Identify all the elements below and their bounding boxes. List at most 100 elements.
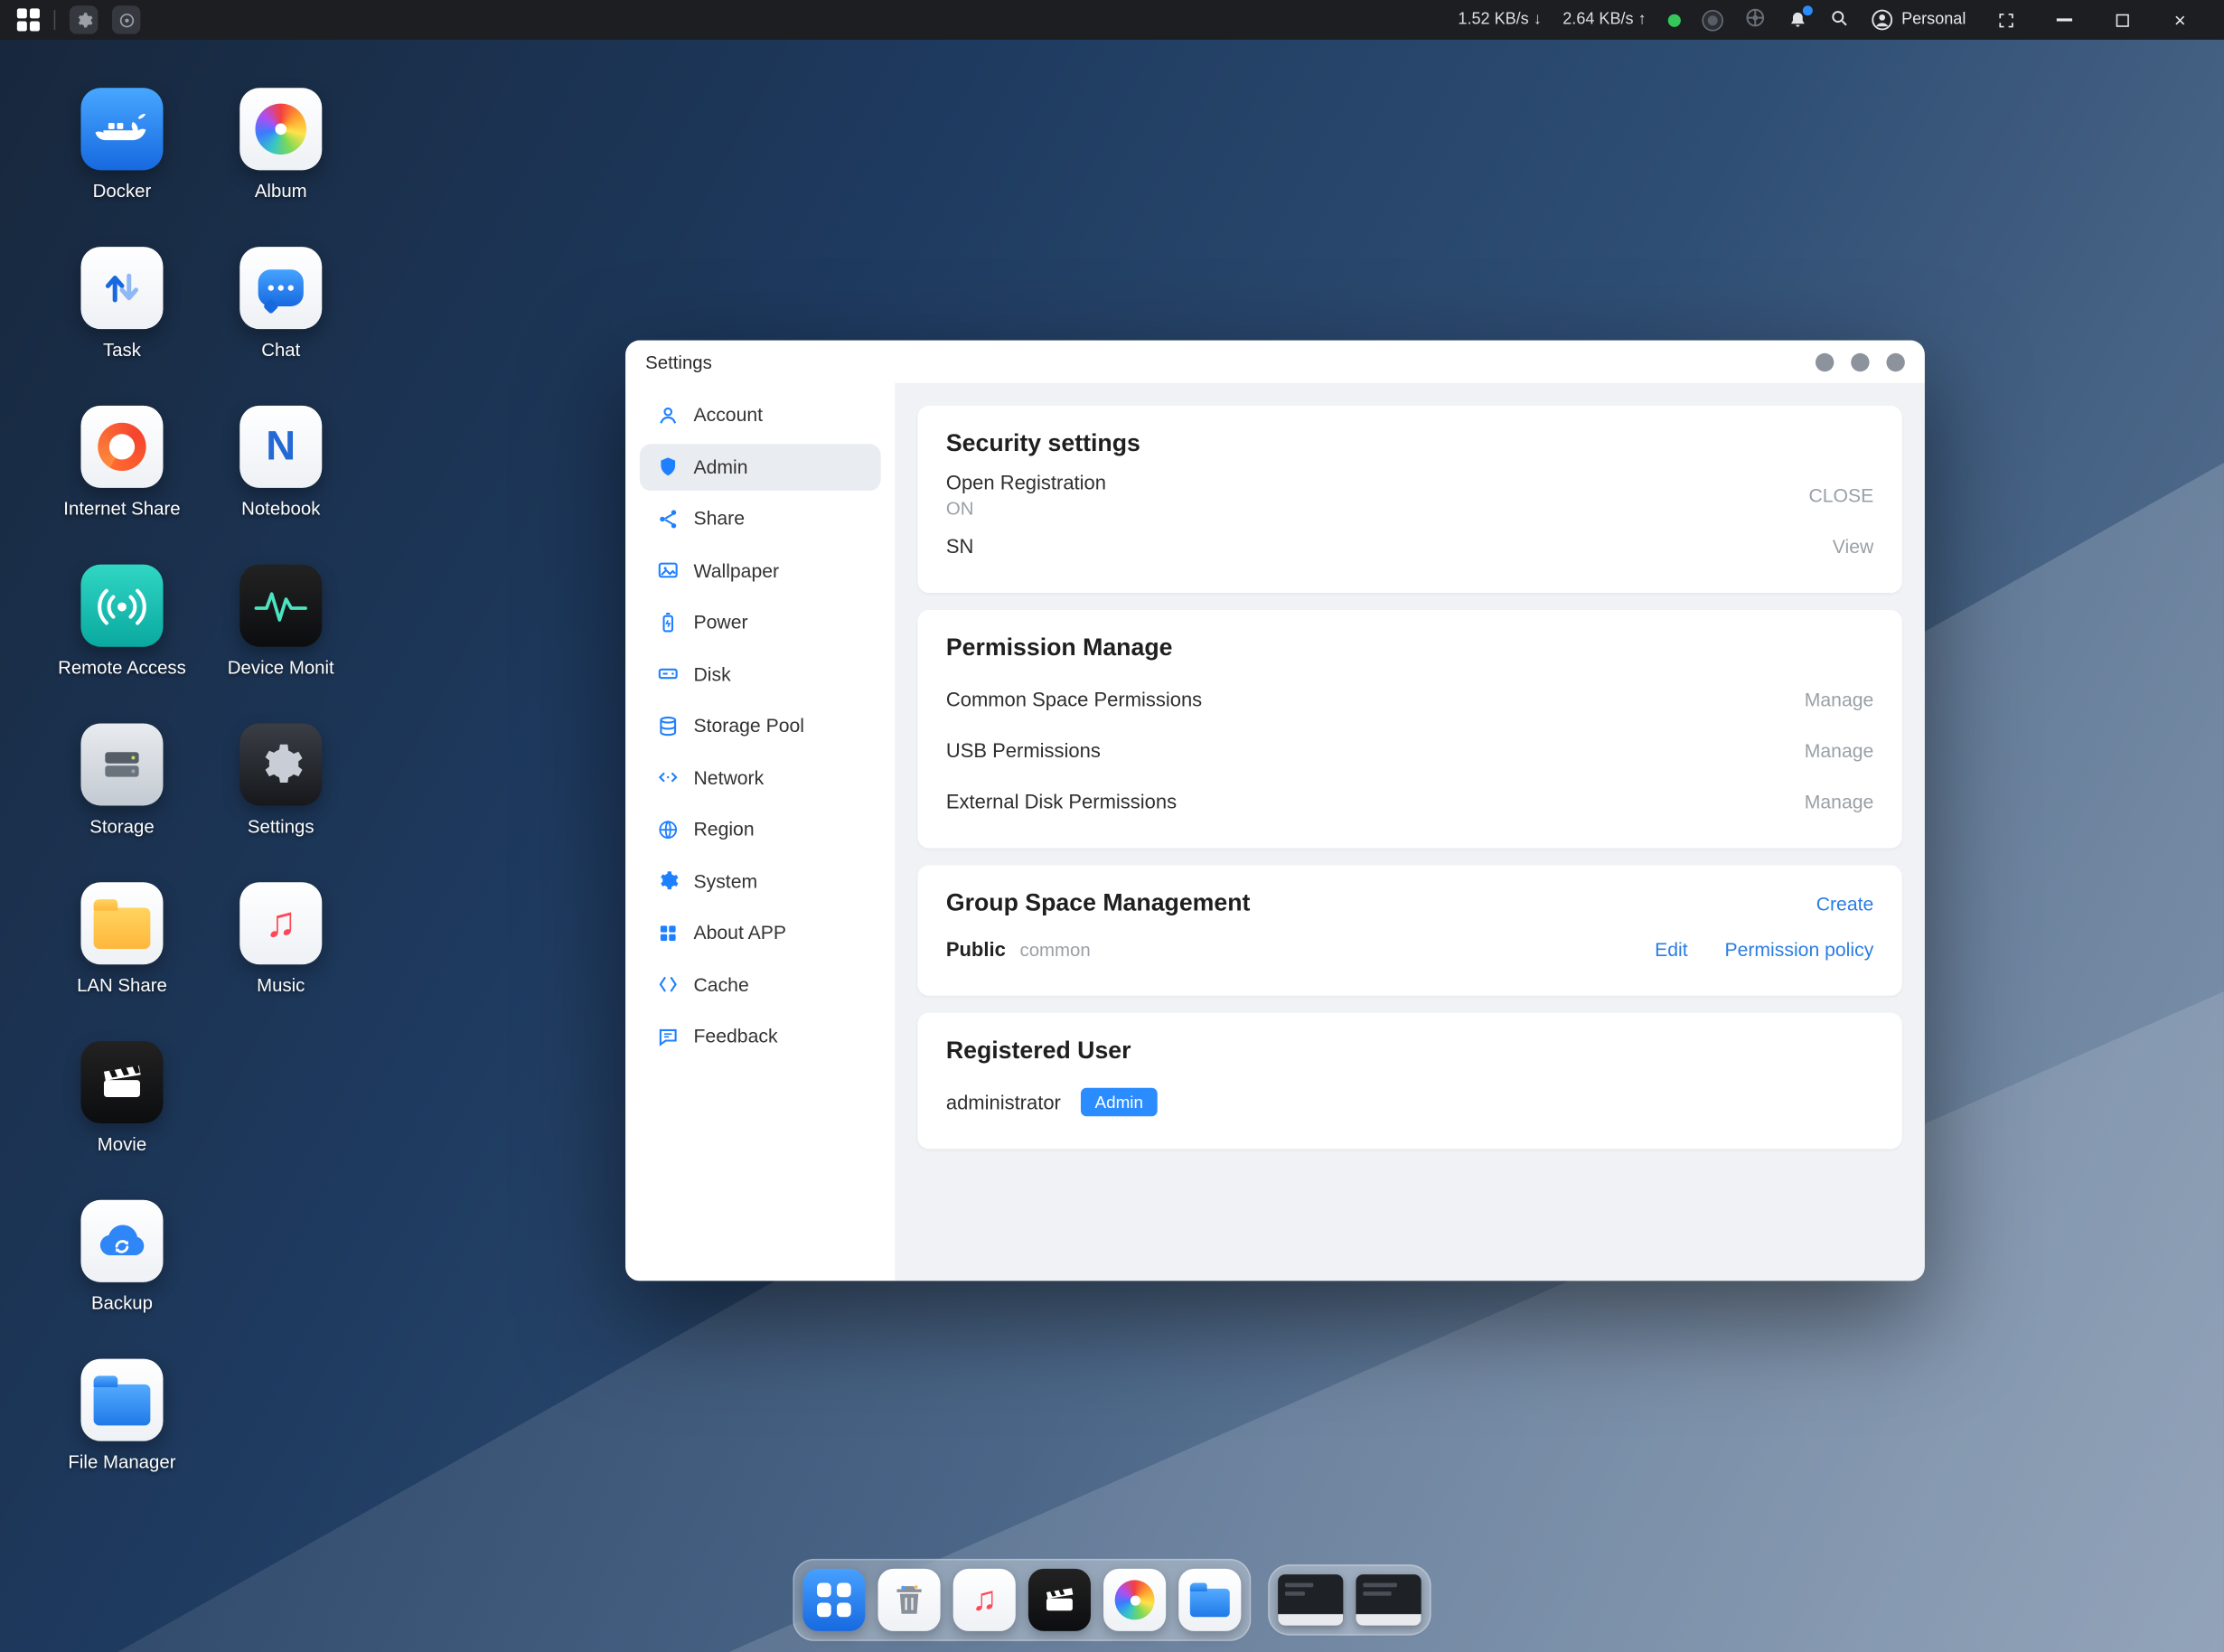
desktop-icon-backup[interactable]: Backup: [42, 1200, 202, 1359]
desktop-icon-docker[interactable]: Docker: [42, 88, 202, 247]
sidebar-item-label: Region: [693, 819, 754, 840]
fullscreen-icon[interactable]: [1987, 11, 2024, 29]
desktop-icon-album[interactable]: Album: [202, 88, 361, 247]
monitor-icon[interactable]: [1702, 9, 1723, 31]
desktop-icon-internet-share[interactable]: Internet Share: [42, 406, 202, 565]
sidebar-item-power[interactable]: Power: [640, 598, 881, 645]
desktop-icon-label: Device Monit: [228, 657, 334, 679]
desktop-icon-lan-share[interactable]: LAN Share: [42, 882, 202, 1041]
minimize-button[interactable]: [2045, 19, 2082, 21]
desktop-icon-label: Music: [257, 974, 305, 996]
desktop-icon-remote-access[interactable]: Remote Access: [42, 565, 202, 724]
sn-row: SN View: [946, 521, 1873, 572]
desktop-icon-chat[interactable]: Chat: [202, 247, 361, 406]
app-grid-icon[interactable]: [17, 8, 40, 31]
file-manager-icon: [80, 1359, 163, 1441]
sidebar-item-label: System: [693, 870, 757, 892]
about-app-icon: [655, 921, 680, 945]
desktop-icon-movie[interactable]: Movie: [42, 1041, 202, 1200]
search-icon[interactable]: [1829, 8, 1849, 33]
card-header-row: Group Space Management Create: [946, 884, 1873, 924]
desktop-icon-label: Movie: [98, 1133, 146, 1155]
desktop-icon-label: LAN Share: [77, 974, 167, 996]
manage-action[interactable]: Manage: [1805, 689, 1874, 710]
sidebar-item-wallpaper[interactable]: Wallpaper: [640, 547, 881, 594]
create-group-space-button[interactable]: Create: [1816, 893, 1874, 915]
notification-badge: [1802, 5, 1812, 14]
music-icon[interactable]: ♫: [953, 1569, 1016, 1631]
sidebar-item-label: Account: [693, 404, 763, 426]
window-control-dot-3[interactable]: [1886, 352, 1904, 371]
settings-app-icon: [239, 723, 322, 805]
sidebar-item-network[interactable]: Network: [640, 754, 881, 801]
desktop-icon-task[interactable]: Task: [42, 247, 202, 406]
share-icon: [655, 506, 680, 530]
storage-pool-icon: [655, 713, 680, 737]
sidebar-item-account[interactable]: Account: [640, 391, 881, 438]
manage-action[interactable]: Manage: [1805, 739, 1874, 761]
user-menu[interactable]: Personal: [1871, 8, 1966, 31]
desktop-icon-music[interactable]: ♫ Music: [202, 882, 361, 1041]
row-label: External Disk Permissions: [946, 790, 1805, 812]
account-icon: [655, 403, 680, 427]
disk-icon: [655, 662, 680, 686]
sidebar-item-feedback[interactable]: Feedback: [640, 1013, 881, 1060]
sidebar-item-region[interactable]: Region: [640, 805, 881, 852]
close-button[interactable]: ×: [2162, 10, 2199, 30]
window-control-dot-1[interactable]: [1816, 352, 1834, 371]
sidebar-item-about-app[interactable]: About APP: [640, 909, 881, 956]
top-bar-right: 1.52 KB/s ↓ 2.64 KB/s ↑ Personal: [1458, 7, 2215, 33]
desktop-icon-settings[interactable]: Settings: [202, 723, 361, 882]
music-icon: ♫: [239, 882, 322, 964]
settings-content: Security settings Open Registration ON C…: [895, 383, 1924, 1281]
network-upload-speed: 2.64 KB/s ↑: [1562, 12, 1646, 29]
open-registration-label: Open Registration: [946, 471, 1809, 493]
edit-group-space-button[interactable]: Edit: [1655, 938, 1688, 960]
launcher-icon[interactable]: [802, 1569, 865, 1631]
backup-icon: [80, 1200, 163, 1282]
folder-icon[interactable]: [1178, 1569, 1241, 1631]
sidebar-item-share[interactable]: Share: [640, 495, 881, 542]
sidebar-item-label: Disk: [693, 663, 730, 685]
helm-icon[interactable]: [1744, 7, 1766, 33]
settings-sidebar: Account Admin Share Wallpaper Power: [625, 383, 895, 1281]
sidebar-item-disk[interactable]: Disk: [640, 651, 881, 698]
row-label: USB Permissions: [946, 739, 1805, 762]
notifications-icon[interactable]: [1787, 9, 1808, 31]
card-title: Group Space Management: [946, 889, 1816, 917]
window-preview-2[interactable]: [1356, 1574, 1421, 1626]
photos-icon[interactable]: [1103, 1569, 1166, 1631]
sn-view-action[interactable]: View: [1833, 535, 1874, 557]
dock-window-previews: [1268, 1564, 1431, 1635]
status-dot: [1667, 14, 1680, 26]
desktop-icon-label: Album: [255, 180, 307, 202]
desktop-icon-device-monit[interactable]: Device Monit: [202, 565, 361, 724]
window-preview-1[interactable]: [1278, 1574, 1343, 1626]
dock: ♫: [0, 1559, 2224, 1641]
desktop-icon-storage[interactable]: Storage: [42, 723, 202, 882]
storage-icon: [80, 723, 163, 805]
sidebar-item-system[interactable]: System: [640, 858, 881, 905]
movie-icon[interactable]: [1028, 1569, 1091, 1631]
close-registration-action[interactable]: CLOSE: [1808, 484, 1873, 506]
desktop-icon-label: Notebook: [241, 498, 320, 520]
sidebar-item-storage-pool[interactable]: Storage Pool: [640, 702, 881, 749]
tray-app-monitor-icon[interactable]: [112, 5, 140, 33]
open-registration-value: ON: [946, 498, 1809, 520]
open-registration-row: Open Registration ON CLOSE: [946, 470, 1873, 521]
network-download-speed: 1.52 KB/s ↓: [1458, 12, 1541, 29]
window-control-dot-2[interactable]: [1851, 352, 1869, 371]
window-titlebar[interactable]: Settings: [625, 341, 1925, 383]
chat-icon: [239, 247, 322, 329]
sidebar-item-admin[interactable]: Admin: [640, 443, 881, 490]
tray-app-settings-icon[interactable]: [70, 5, 98, 33]
desktop-icon-notebook[interactable]: N Notebook: [202, 406, 361, 565]
sidebar-item-cache[interactable]: Cache: [640, 961, 881, 1008]
movie-icon: [80, 1041, 163, 1123]
manage-action[interactable]: Manage: [1805, 791, 1874, 812]
album-icon: [239, 88, 322, 170]
maximize-button[interactable]: [2104, 14, 2141, 26]
permission-policy-button[interactable]: Permission policy: [1724, 938, 1873, 960]
desktop-icon-file-manager[interactable]: File Manager: [42, 1359, 202, 1518]
trash-icon[interactable]: [878, 1569, 941, 1631]
